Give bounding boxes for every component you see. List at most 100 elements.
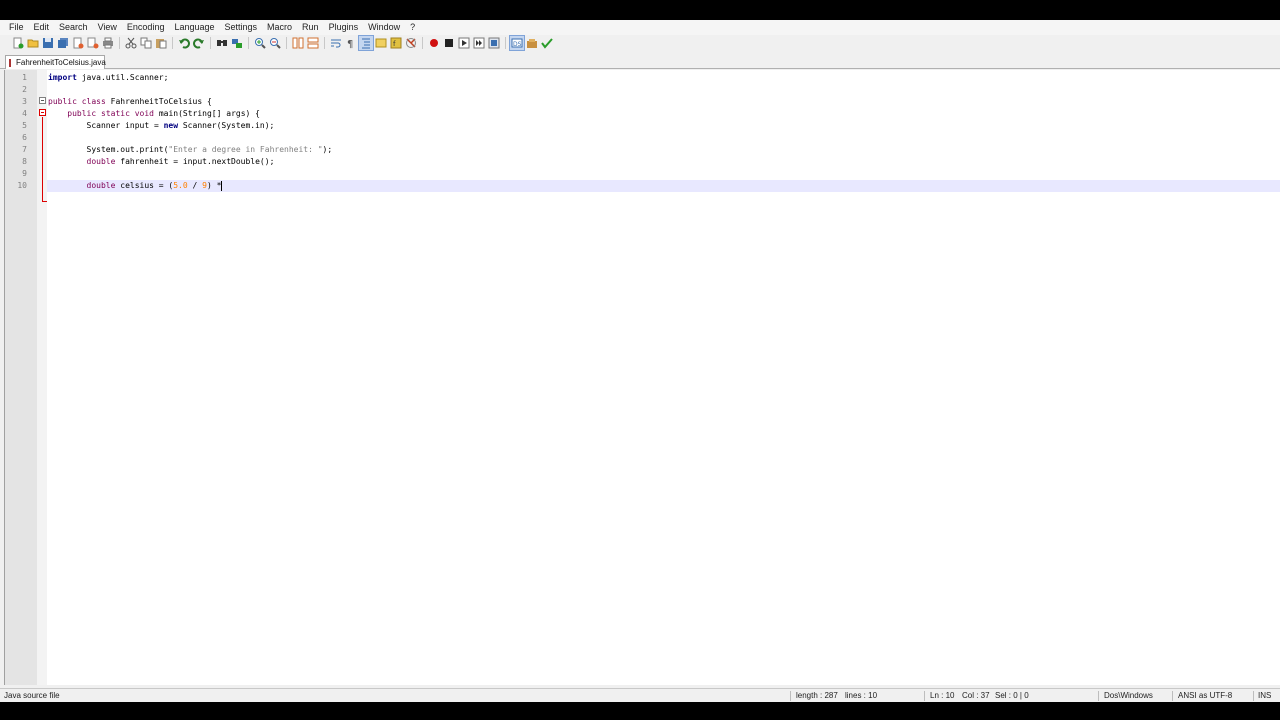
line-number: 6 — [22, 133, 27, 142]
line-number: 10 — [17, 181, 27, 190]
menu-macro[interactable]: Macro — [262, 20, 297, 35]
code-line: 2 — [5, 84, 1280, 96]
line-code: double fahrenheit = input.nextDouble(); — [86, 157, 275, 166]
status-length: length : 287 — [796, 691, 838, 700]
status-separator — [1253, 691, 1254, 701]
menu-help[interactable]: ? — [405, 20, 420, 35]
sync-horizontal-icon[interactable] — [306, 36, 320, 50]
save-icon[interactable] — [41, 36, 55, 50]
cut-icon[interactable] — [124, 36, 138, 50]
line-number: 5 — [22, 121, 27, 130]
toolbar-separator — [505, 37, 506, 49]
spell-check-icon[interactable] — [540, 36, 554, 50]
sync-vertical-icon[interactable] — [291, 36, 305, 50]
paste-icon[interactable] — [154, 36, 168, 50]
fold-range-end — [42, 201, 47, 202]
svg-text:¶: ¶ — [347, 39, 353, 49]
status-lines: lines : 10 — [845, 691, 878, 700]
print-icon[interactable] — [101, 36, 115, 50]
menu-encoding[interactable]: Encoding — [122, 20, 170, 35]
toolbar-separator — [422, 37, 423, 49]
menu-search[interactable]: Search — [54, 20, 93, 35]
line-code: double celsius = (5.0 / 9) * — [86, 180, 223, 191]
indent-guide-icon[interactable] — [358, 35, 374, 51]
status-eol[interactable]: Dos\Windows — [1104, 689, 1153, 702]
code-line: 6 — [5, 132, 1280, 144]
code-editor[interactable]: 1 import java.util.Scanner; 2 3 public c… — [4, 70, 1280, 685]
tab-bar: FahrenheitToCelsius.java — [0, 55, 1280, 69]
user-defined-language-icon[interactable]: DS — [509, 35, 525, 51]
status-sel: Sel : 0 | 0 — [995, 691, 1029, 700]
status-separator — [790, 691, 791, 701]
new-file-icon[interactable] — [11, 36, 25, 50]
line-number: 1 — [22, 73, 27, 82]
status-insert-mode[interactable]: INS — [1258, 689, 1271, 702]
status-bar: Java source file length : 287 lines : 10… — [0, 688, 1280, 702]
line-number: 2 — [22, 85, 27, 94]
menu-bar: File Edit Search View Encoding Language … — [0, 20, 1280, 35]
menu-window[interactable]: Window — [363, 20, 405, 35]
open-file-icon[interactable] — [26, 36, 40, 50]
status-encoding[interactable]: ANSI as UTF-8 — [1178, 689, 1232, 702]
code-line: 4 public static void main(String[] args)… — [5, 108, 1280, 120]
menu-language[interactable]: Language — [169, 20, 219, 35]
function-list-icon[interactable]: f — [389, 36, 403, 50]
status-ln: Ln : 10 — [930, 691, 955, 700]
line-number: 4 — [22, 109, 27, 118]
svg-text:DS: DS — [513, 41, 522, 48]
show-all-chars-icon[interactable]: ¶ — [344, 36, 358, 50]
status-file-type: Java source file — [4, 691, 60, 700]
status-separator — [1098, 691, 1099, 701]
record-macro-icon[interactable] — [427, 36, 441, 50]
menu-plugins[interactable]: Plugins — [324, 20, 364, 35]
line-code: public static void main(String[] args) { — [67, 109, 260, 118]
play-macro-icon[interactable] — [457, 36, 471, 50]
save-macro-icon[interactable] — [487, 36, 501, 50]
tab-fahrenheit-to-celsius[interactable]: FahrenheitToCelsius.java — [5, 55, 106, 69]
word-wrap-icon[interactable] — [329, 36, 343, 50]
menu-view[interactable]: View — [93, 20, 122, 35]
toolbar-separator — [172, 37, 173, 49]
menu-settings[interactable]: Settings — [220, 20, 263, 35]
toolbar-separator — [324, 37, 325, 49]
code-line: 5 Scanner input = new Scanner(System.in)… — [5, 120, 1280, 132]
redo-icon[interactable] — [192, 36, 206, 50]
tab-label: FahrenheitToCelsius.java — [16, 58, 106, 67]
code-line: 9 — [5, 168, 1280, 180]
line-number: 8 — [22, 157, 27, 166]
line-code: Scanner input = new Scanner(System.in); — [48, 121, 275, 130]
menu-run[interactable]: Run — [297, 20, 324, 35]
code-line: 1 import java.util.Scanner; — [5, 72, 1280, 84]
close-icon[interactable] — [71, 36, 85, 50]
line-number: 9 — [22, 169, 27, 178]
status-separator — [1172, 691, 1173, 701]
plugin-icon[interactable] — [525, 36, 539, 50]
zoom-out-icon[interactable] — [268, 36, 282, 50]
line-code: System.out.print("Enter a degree in Fahr… — [48, 145, 333, 154]
save-all-icon[interactable] — [56, 36, 70, 50]
menu-edit[interactable]: Edit — [29, 20, 55, 35]
toolbar-separator — [286, 37, 287, 49]
code-line: 7 System.out.print("Enter a degree in Fa… — [5, 144, 1280, 156]
line-code: import java.util.Scanner; — [48, 73, 169, 82]
toolbar-separator — [119, 37, 120, 49]
replace-icon[interactable] — [230, 36, 244, 50]
status-separator — [924, 691, 925, 701]
find-icon[interactable] — [215, 36, 229, 50]
code-line: 3 public class FahrenheitToCelsius { — [5, 96, 1280, 108]
folder-as-workspace-icon[interactable] — [404, 36, 418, 50]
toolbar-separator — [210, 37, 211, 49]
notepad-window: File Edit Search View Encoding Language … — [0, 20, 1280, 702]
copy-icon[interactable] — [139, 36, 153, 50]
run-macro-multiple-icon[interactable] — [472, 36, 486, 50]
zoom-in-icon[interactable] — [253, 36, 267, 50]
text-caret — [221, 180, 223, 191]
stop-record-icon[interactable] — [442, 36, 456, 50]
doc-map-icon[interactable] — [374, 36, 388, 50]
line-code: public class FahrenheitToCelsius { — [48, 97, 212, 106]
line-number: 7 — [22, 145, 27, 154]
close-all-icon[interactable] — [86, 36, 100, 50]
undo-icon[interactable] — [177, 36, 191, 50]
status-col: Col : 37 — [962, 691, 990, 700]
menu-file[interactable]: File — [4, 20, 29, 35]
